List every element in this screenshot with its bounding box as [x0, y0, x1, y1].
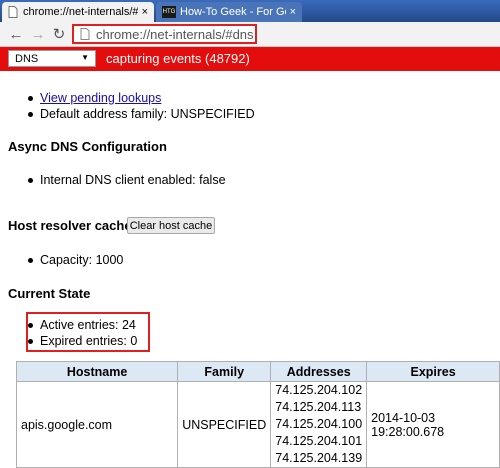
- column-header-family: Family: [177, 361, 272, 382]
- tab-strip: chrome://net-internals/#d × HTG How-To G…: [0, 0, 500, 22]
- capture-status-text: capturing events (48792): [106, 51, 250, 66]
- tab-title: chrome://net-internals/#d: [23, 6, 138, 18]
- forward-arrow-icon[interactable]: →: [30, 25, 46, 43]
- htg-logo-icon: HTG: [162, 6, 176, 18]
- address-line: 74.125.204.102: [275, 383, 363, 397]
- address-url: chrome://net-internals/#dns: [96, 26, 254, 42]
- address-line: 74.125.204.139: [275, 451, 363, 465]
- browser-toolbar: ← → ↻ chrome://net-internals/#dns: [0, 22, 500, 47]
- clear-host-cache-button[interactable]: Clear host cache: [127, 217, 215, 234]
- tab-net-internals[interactable]: chrome://net-internals/#d ×: [2, 2, 154, 22]
- column-header-expires: Expires: [366, 361, 500, 382]
- family-cell: UNSPECIFIED: [177, 381, 272, 468]
- addresses-cell: 74.125.204.102 74.125.204.113 74.125.204…: [270, 381, 368, 468]
- list-item: View pending lookups: [27, 91, 161, 105]
- internal-dns-client-text: Internal DNS client enabled: false: [28, 173, 226, 187]
- dropdown-arrow-icon: ▼: [81, 53, 89, 62]
- tab-close-icon[interactable]: ×: [290, 6, 296, 18]
- column-header-hostname: Hostname: [15, 361, 179, 382]
- view-select-value: DNS: [15, 52, 39, 65]
- table-row: apis.google.com UNSPECIFIED 74.125.204.1…: [15, 381, 500, 468]
- address-line: 74.125.204.101: [275, 434, 363, 448]
- tab-title: How-To Geek - For Geeks: [180, 6, 286, 18]
- expires-cell: 2014-10-03 19:28:00.678: [366, 381, 500, 468]
- view-select[interactable]: DNS ▼: [8, 50, 96, 67]
- capture-status-bar: DNS ▼ capturing events (48792): [0, 47, 500, 71]
- tab-howtogeek[interactable]: HTG How-To Geek - For Geeks ×: [156, 2, 302, 22]
- dns-panel: View pending lookups Default address fam…: [0, 71, 500, 468]
- address-line: 74.125.204.113: [275, 400, 362, 414]
- tab-close-icon[interactable]: ×: [142, 6, 148, 18]
- capacity-text: Capacity: 1000: [27, 253, 124, 267]
- table-header-row: Hostname Family Addresses Expires: [15, 361, 500, 382]
- address-bar[interactable]: chrome://net-internals/#dns: [72, 24, 257, 44]
- address-line: 74.125.204.100: [275, 417, 363, 431]
- column-header-addresses: Addresses: [270, 361, 368, 382]
- hostname-cell: apis.google.com: [15, 381, 179, 468]
- current-state-heading: Current State: [8, 286, 91, 301]
- back-arrow-icon[interactable]: ←: [8, 25, 24, 43]
- active-entries-text: Active entries: 24: [28, 318, 136, 332]
- async-dns-heading: Async DNS Configuration: [8, 139, 167, 154]
- address-family-text: Default address family: UNSPECIFIED: [28, 107, 255, 121]
- host-resolver-cache-heading: Host resolver cache: [8, 218, 132, 233]
- reload-icon[interactable]: ↻: [51, 25, 67, 43]
- page-icon: [80, 28, 90, 40]
- host-cache-table: Hostname Family Addresses Expires apis.g…: [15, 361, 500, 468]
- view-pending-lookups-link[interactable]: View pending lookups: [40, 91, 161, 105]
- expired-entries-text: Expired entries: 0: [27, 334, 138, 348]
- page-icon: [8, 6, 18, 18]
